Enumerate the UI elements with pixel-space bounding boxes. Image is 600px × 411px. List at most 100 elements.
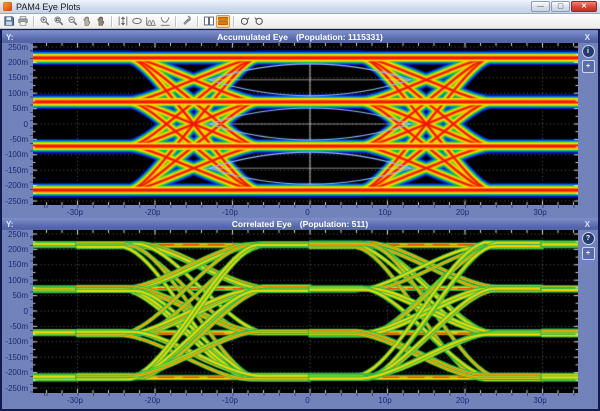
maximize-button[interactable]: ▢ [551, 1, 570, 12]
wrench-icon [181, 15, 193, 27]
x-tick-label: -20p [136, 396, 170, 405]
plot1-row: 250m 200m 150m 100m 50m 0 -50m -100m -150m -200m -… [2, 43, 598, 205]
plot2-y-axis: 250m 200m 150m 100m 50m 0 -50m -100m -150m -200m -… [2, 230, 33, 393]
vertical-markers-button[interactable] [116, 15, 130, 28]
refresh-left-button[interactable] [238, 15, 252, 28]
plot2-title-text: Correlated Eye [232, 219, 292, 229]
print-icon [17, 15, 29, 27]
titlebar[interactable]: PAM4 Eye Plots —▢✕ [0, 0, 600, 14]
y-tick-label: -50m [10, 322, 28, 331]
columns-icon [203, 15, 215, 27]
save-button[interactable] [2, 15, 16, 28]
plot1-side-buttons: i+ [578, 43, 598, 205]
y-tick-label: 200m [8, 58, 28, 67]
plot2-x-axis: -30p -20p -10p 0 10p 20p 30p [33, 393, 578, 406]
zoom-out-icon [67, 15, 79, 27]
print-button[interactable] [16, 15, 30, 28]
bathtub-curve-button[interactable] [158, 15, 172, 28]
x-tick-label: -10p [213, 396, 247, 405]
x-tick-label: 0 [291, 396, 325, 405]
x-tick-label: 30p [523, 208, 557, 217]
y-tick-label: -200m [5, 181, 28, 190]
y-tick-label: 150m [8, 260, 28, 269]
eye-mask-button[interactable] [130, 15, 144, 28]
plot1-title: Accumulated Eye (Population: 1115331) [2, 32, 598, 42]
select-button[interactable] [94, 15, 108, 28]
x-tick-label: 10p [368, 208, 402, 217]
app-icon [3, 2, 12, 11]
pan-button[interactable] [80, 15, 94, 28]
circle-arrow-2-icon [253, 15, 265, 27]
correlated-eye-plot[interactable] [33, 230, 578, 393]
window: PAM4 Eye Plots —▢✕ Y: Accumulated Eye(Po… [0, 0, 600, 411]
plot2-help-button[interactable]: ? [582, 232, 595, 245]
toolbar-separator [175, 16, 177, 27]
ellipse-icon [131, 15, 143, 27]
y-tick-label: -250m [5, 384, 28, 393]
accumulated-eye-plot[interactable] [33, 43, 578, 205]
x-tick-label: -10p [213, 208, 247, 217]
y-tick-label: -250m [5, 197, 28, 206]
window-title: PAM4 Eye Plots [16, 2, 531, 12]
y-tick-label: 50m [12, 104, 28, 113]
plot2-header: Y: Correlated Eye(Population: 511) X [2, 218, 598, 230]
toolbar-separator [111, 16, 113, 27]
plot1-header: Y: Accumulated Eye(Population: 1115331) … [2, 31, 598, 43]
figure-area: Y: Accumulated Eye(Population: 1115331) … [0, 29, 600, 411]
x-tick-label: -30p [58, 208, 92, 217]
y-tick-label: 200m [8, 245, 28, 254]
plot1-add-marker-button[interactable]: + [582, 60, 595, 73]
toolbar-separator [33, 16, 35, 27]
x-tick-label: 10p [368, 396, 402, 405]
y-tick-label: 0 [24, 307, 28, 316]
x-tick-label: -30p [58, 396, 92, 405]
plot1-x-axis: -30p-20p-10p010p20p30p [33, 205, 578, 218]
plot2-add-marker-button[interactable]: + [582, 247, 595, 260]
toolbar-separator [233, 16, 235, 27]
y-tick-label: -200m [5, 368, 28, 377]
zoom-region-button[interactable] [52, 15, 66, 28]
circle-arrow-icon [239, 15, 251, 27]
x-tick-label: 30p [523, 396, 557, 405]
y-tick-label: -150m [5, 353, 28, 362]
plot2-close-button[interactable]: X [585, 220, 590, 229]
x-tick-label: 20p [446, 396, 480, 405]
zoom-out-button[interactable] [66, 15, 80, 28]
y-tick-label: -150m [5, 166, 28, 175]
zoom-in-icon [39, 15, 51, 27]
plot2-population: (Population: 511) [300, 219, 368, 229]
hist-icon [145, 15, 157, 27]
tile-columns-button[interactable] [202, 15, 216, 28]
settings-button[interactable] [180, 15, 194, 28]
close-button[interactable]: ✕ [571, 1, 597, 12]
zoom-in-button[interactable] [38, 15, 52, 28]
y-tick-label: -100m [5, 337, 28, 346]
minimize-button[interactable]: — [531, 1, 550, 12]
plot1-info-button[interactable]: i [582, 45, 595, 58]
zoom-region-icon [53, 15, 65, 27]
save-icon [3, 15, 15, 27]
y-tick-label: 250m [8, 230, 28, 239]
tile-rows-button[interactable] [216, 15, 230, 28]
hand2-icon [95, 15, 107, 27]
window-controls: —▢✕ [531, 1, 597, 12]
plot1-close-button[interactable]: X [585, 33, 590, 42]
toolbar-separator [197, 16, 199, 27]
toolbar [0, 14, 600, 29]
y-tick-label: 150m [8, 73, 28, 82]
y-tick-label: -50m [10, 135, 28, 144]
eye-histogram-button[interactable] [144, 15, 158, 28]
y-tick-label: 50m [12, 291, 28, 300]
x-tick-label: 20p [446, 208, 480, 217]
y-tick-label: -100m [5, 150, 28, 159]
refresh-right-button[interactable] [252, 15, 266, 28]
y-tick-label: 0 [24, 120, 28, 129]
plot1-title-text: Accumulated Eye [217, 32, 288, 42]
plot1-population: (Population: 1115331) [296, 32, 383, 42]
rows-icon [217, 15, 229, 27]
plot1-y-axis: 250m 200m 150m 100m 50m 0 -50m -100m -150m -200m -… [2, 43, 33, 205]
y-tick-label: 100m [8, 89, 28, 98]
y-tick-label: 250m [8, 43, 28, 52]
y-tick-label: 100m [8, 276, 28, 285]
plot2-row: 250m 200m 150m 100m 50m 0 -50m -100m -150m -200m -… [2, 230, 598, 393]
